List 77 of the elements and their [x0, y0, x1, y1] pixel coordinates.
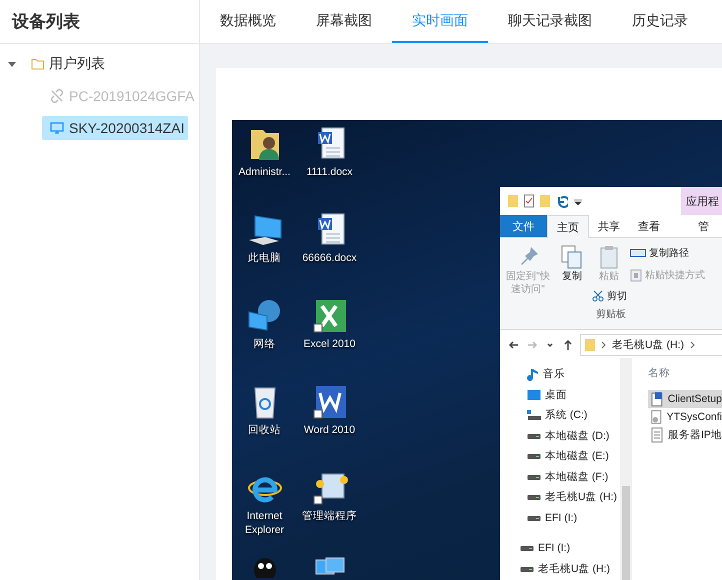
- drive-icon: [527, 432, 541, 440]
- file-item[interactable]: YTSysConfi: [648, 408, 722, 426]
- spreadsheet-shortcut-icon: [312, 298, 348, 334]
- up-arrow-icon[interactable]: [562, 339, 574, 351]
- navigation-item[interactable]: 本地磁盘 (F:): [500, 466, 620, 487]
- shortcut-paste-icon: [630, 268, 642, 282]
- desktop-icon-label[interactable]: 网络: [232, 337, 296, 351]
- navigation-item[interactable]: EFI (I:): [500, 538, 620, 558]
- music-note-icon: [527, 367, 539, 382]
- desktop-icon: [527, 388, 541, 401]
- navigation-item[interactable]: 老毛桃U盘 (H:): [500, 558, 620, 579]
- dropdown-icon: [574, 197, 582, 205]
- device-name: PC-20191024GGFA: [69, 88, 194, 104]
- desktop-icon-label[interactable]: 1111.docx: [298, 165, 362, 179]
- ribbon-tab[interactable]: 查看: [629, 215, 669, 237]
- drive-icon: [527, 452, 541, 460]
- drive-icon: [527, 472, 541, 481]
- path-label-icon: [630, 249, 646, 257]
- address-bar[interactable]: 老毛桃U盘 (H:): [580, 334, 722, 356]
- caret-icon[interactable]: [8, 60, 16, 68]
- drive-icon: [527, 514, 541, 522]
- file-item[interactable]: ClientSetup: [648, 390, 722, 408]
- navigation-item[interactable]: 本地磁盘 (D:): [500, 426, 620, 446]
- scrollbar[interactable]: [620, 358, 632, 580]
- back-arrow-icon[interactable]: [508, 339, 520, 351]
- navigation-item[interactable]: 系统 (C:): [500, 405, 620, 426]
- folder-icon: [31, 58, 45, 70]
- ribbon-tab[interactable]: 共享: [589, 215, 629, 237]
- scissors-icon: [592, 290, 604, 302]
- file-item[interactable]: 服务器IP地: [648, 426, 722, 444]
- monitor-icon: [50, 122, 64, 134]
- ribbon-command[interactable]: 剪切: [592, 287, 627, 305]
- ribbon-group-label: 剪贴板: [596, 308, 627, 321]
- properties-icon: [524, 194, 534, 208]
- text-file-icon: [650, 427, 664, 443]
- device-item[interactable]: SKY-20200314ZAI: [42, 116, 188, 140]
- navigation-item[interactable]: EFI (I:): [500, 508, 620, 528]
- context-tab[interactable]: 应用程: [681, 187, 722, 215]
- desktop-icon-label[interactable]: 管理端程序: [298, 509, 362, 523]
- navigation-item[interactable]: 老毛桃U盘 (H:): [500, 487, 620, 508]
- chevron-icon: [601, 341, 606, 349]
- tab[interactable]: 聊天记录截图: [488, 0, 612, 43]
- navigation-item[interactable]: 桌面: [500, 384, 620, 405]
- installer-file-icon: [650, 391, 664, 407]
- device-name: SKY-20200314ZAI: [69, 120, 184, 136]
- tab[interactable]: 屏幕截图: [296, 0, 392, 43]
- folder-icon: [508, 194, 518, 208]
- tree-group-label[interactable]: 用户列表: [49, 55, 105, 73]
- ribbon-command[interactable]: 复制: [555, 244, 589, 283]
- desktop-icon-label[interactable]: Excel 2010: [298, 337, 362, 351]
- broken-link-icon: [50, 89, 64, 103]
- desktop-icon-label[interactable]: Word 2010: [298, 423, 362, 437]
- ribbon-command[interactable]: 复制路径: [630, 244, 705, 262]
- desktop-icon-label[interactable]: 此电脑: [232, 251, 296, 265]
- chevron-icon: [690, 341, 695, 349]
- desktop-icon-label[interactable]: 66666.docx: [298, 251, 362, 265]
- tab[interactable]: 数据概览: [200, 0, 296, 43]
- navigation-item[interactable]: 音乐: [500, 364, 620, 384]
- ribbon-tab[interactable]: 文件: [500, 215, 547, 237]
- desktop-icon-label[interactable]: Internet Explorer: [232, 509, 296, 537]
- settings-file-icon: [650, 409, 663, 425]
- path-segment[interactable]: 老毛桃U盘 (H:): [612, 338, 684, 352]
- drive-icon: [520, 544, 534, 552]
- undo-icon: [556, 194, 568, 208]
- sidebar-title: 设备列表: [0, 0, 200, 44]
- desktop-icon-label[interactable]: 回收站: [232, 423, 296, 437]
- column-header[interactable]: 名称: [648, 366, 722, 380]
- tab[interactable]: 历史记录: [612, 0, 708, 43]
- drive-icon: [520, 564, 534, 573]
- ribbon-tab[interactable]: 主页: [547, 215, 589, 238]
- drive-icon: [527, 493, 541, 502]
- ribbon-tab[interactable]: 管: [686, 215, 722, 237]
- navigation-item[interactable]: 本地磁盘 (E:): [500, 446, 620, 466]
- folder-icon: [585, 338, 595, 352]
- document-shortcut-icon: [312, 384, 348, 420]
- system-drive-icon: [527, 409, 541, 422]
- desktop-icon-label[interactable]: Administr...: [232, 165, 296, 179]
